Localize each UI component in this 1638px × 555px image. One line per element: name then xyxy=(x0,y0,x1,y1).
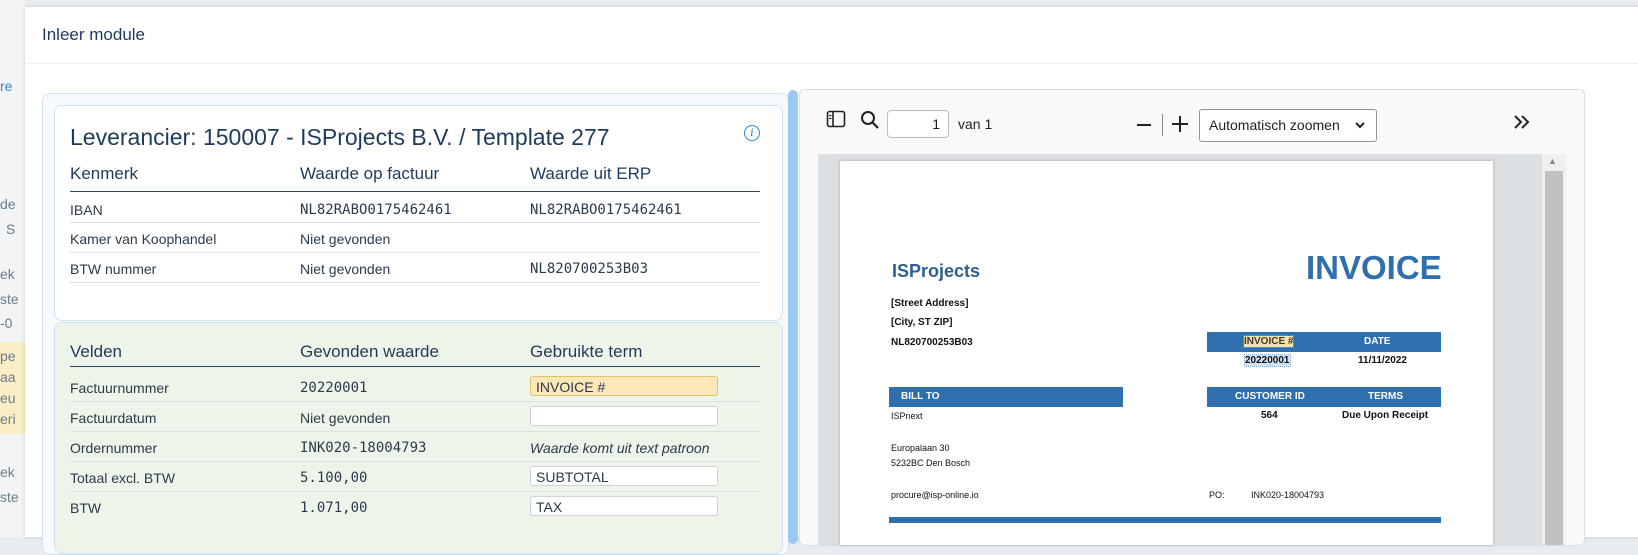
bill-to-name: ISPnext xyxy=(891,411,923,421)
field-value-btw: 1.071,00 xyxy=(300,500,368,516)
row-divider xyxy=(70,491,760,492)
row-erp-iban: NL82RABO0175462461 xyxy=(530,202,682,218)
background-fragment: ste xyxy=(0,489,19,505)
row-erp-btw: NL820700253B03 xyxy=(530,261,649,277)
pdf-scroll-thumb[interactable] xyxy=(1545,171,1563,545)
term-input-totaal-excl-btw[interactable]: SUBTOTAL xyxy=(530,466,718,486)
pdf-scrollbar[interactable]: ▲ xyxy=(1542,154,1566,545)
invoice-date: 11/11/2022 xyxy=(1358,355,1407,366)
pdf-page: ISProjects INVOICE [Street Address] [Cit… xyxy=(840,161,1493,545)
page-number-input[interactable]: 1 xyxy=(887,110,949,138)
chevron-down-icon xyxy=(1354,110,1366,153)
inleer-modal: Inleer module Leverancier: 150007 - ISPr… xyxy=(25,7,1638,555)
row-label-kvk: Kamer van Koophandel xyxy=(70,231,217,247)
row-invoice-kvk: Niet gevonden xyxy=(300,231,391,247)
search-icon[interactable] xyxy=(860,110,880,135)
background-fragment: eri xyxy=(0,411,16,427)
term-input-factuurdatum[interactable] xyxy=(530,406,718,426)
bill-to-address2: 5232BC Den Bosch xyxy=(891,458,971,468)
field-label-btw: BTW xyxy=(70,500,102,516)
po-label: PO: xyxy=(1209,490,1225,500)
scroll-up-icon[interactable]: ▲ xyxy=(1548,156,1557,166)
row-divider xyxy=(70,401,760,402)
field-value-factuurdatum: Niet gevonden xyxy=(300,410,391,426)
row-invoice-iban: NL82RABO0175462461 xyxy=(300,202,452,218)
bill-to-label: BILL TO xyxy=(901,391,940,402)
row-divider xyxy=(70,282,760,283)
column-header-velden: Velden xyxy=(70,342,122,361)
field-label-factuurdatum: Factuurdatum xyxy=(70,410,157,426)
zoom-in-icon[interactable] xyxy=(1171,115,1189,138)
page-count-label: van 1 xyxy=(958,116,993,132)
info-icon[interactable]: i xyxy=(744,125,760,141)
background-fragment: ek xyxy=(0,464,15,480)
invoice-title: INVOICE xyxy=(1306,249,1442,286)
invoice-address1: [Street Address] xyxy=(891,298,969,309)
po-value: INK020-18004793 xyxy=(1251,490,1325,500)
term-input-btw[interactable]: TAX xyxy=(530,496,718,516)
invoice-header-bar xyxy=(1207,332,1441,352)
modal-header: Inleer module xyxy=(25,7,1638,64)
background-fragment: ste xyxy=(0,291,19,307)
fields-card: Velden Gevonden waarde Gebruikte term Fa… xyxy=(54,322,783,554)
row-label-btw: BTW nummer xyxy=(70,261,157,277)
pdf-viewer: 1 van 1 Automatisch zoomen ISProjects IN… xyxy=(799,89,1585,546)
items-bar xyxy=(889,517,1441,523)
terms-label: TERMS xyxy=(1368,391,1403,402)
background-fragment: S xyxy=(6,221,16,237)
background-fragment: pe xyxy=(0,348,16,364)
zoom-select[interactable]: Automatisch zoomen xyxy=(1199,109,1377,142)
header-divider xyxy=(70,366,760,367)
invoice-date-label: DATE xyxy=(1364,336,1391,347)
background-fragment: aa xyxy=(0,369,16,385)
field-value-factuurnummer: 20220001 xyxy=(300,380,368,396)
customer-id-label: CUSTOMER ID xyxy=(1235,391,1305,402)
invoice-number: 20220001 xyxy=(1244,354,1291,367)
background-fragment: eu xyxy=(0,390,16,406)
bill-to-address1: Europalaan 30 xyxy=(891,443,950,453)
field-label-factuurnummer: Factuurnummer xyxy=(70,380,169,396)
invoice-company: ISProjects xyxy=(892,261,981,281)
pdf-document-area: ISProjects INVOICE [Street Address] [Cit… xyxy=(818,154,1542,545)
supplier-card: Leverancier: 150007 - ISProjects B.V. / … xyxy=(54,105,783,321)
modal-title: Inleer module xyxy=(42,25,146,44)
row-label-iban: IBAN xyxy=(70,202,103,218)
field-label-totaal-excl-btw: Totaal excl. BTW xyxy=(70,470,176,486)
invoice-vat: NL820700253B03 xyxy=(891,337,973,348)
term-text-ordernummer: Waarde komt uit text patroon xyxy=(530,440,710,456)
double-chevron-right-icon[interactable] xyxy=(1512,114,1532,135)
field-value-totaal-excl-btw: 5.100,00 xyxy=(300,470,368,486)
column-header-kenmerk: Kenmerk xyxy=(70,164,139,183)
pdf-toolbar: 1 van 1 Automatisch zoomen xyxy=(800,90,1584,152)
background-fragment: ek xyxy=(0,266,15,282)
bill-to-email: procure@isp-online.io xyxy=(891,490,979,500)
panel-scrollbar[interactable] xyxy=(788,90,798,544)
background-fragment: re xyxy=(0,78,13,94)
invoice-no-label: INVOICE # xyxy=(1242,335,1295,348)
invoice-address2: [City, ST ZIP] xyxy=(891,317,953,328)
column-header-waarde-erp: Waarde uit ERP xyxy=(530,164,652,183)
zoom-out-icon[interactable] xyxy=(1136,115,1152,136)
zoom-divider xyxy=(1162,114,1163,136)
background-fragment: -0 xyxy=(0,315,13,331)
column-header-waarde-factuur: Waarde op factuur xyxy=(300,164,440,183)
field-label-ordernummer: Ordernummer xyxy=(70,440,158,456)
terms-value: Due Upon Receipt xyxy=(1342,410,1429,421)
supplier-heading: Leverancier: 150007 - ISProjects B.V. / … xyxy=(70,124,610,150)
background-page: re de S ek ste -0 pe aa eu eri ek ste xyxy=(0,0,25,537)
row-divider xyxy=(70,222,760,223)
zoom-select-value: Automatisch zoomen xyxy=(1209,117,1340,133)
row-invoice-btw: Niet gevonden xyxy=(300,261,391,277)
term-input-factuurnummer[interactable]: INVOICE # xyxy=(530,376,718,396)
row-divider xyxy=(70,431,760,432)
customer-id: 564 xyxy=(1261,410,1278,421)
column-header-gebruikte-term: Gebruikte term xyxy=(530,342,643,361)
field-value-ordernummer: INK020-18004793 xyxy=(300,440,427,456)
background-fragment: de xyxy=(0,196,16,212)
row-divider xyxy=(70,252,760,253)
sidebar-toggle-icon[interactable] xyxy=(826,110,846,133)
row-divider xyxy=(70,461,760,462)
header-divider xyxy=(70,191,760,192)
column-header-gevonden-waarde: Gevonden waarde xyxy=(300,342,439,361)
